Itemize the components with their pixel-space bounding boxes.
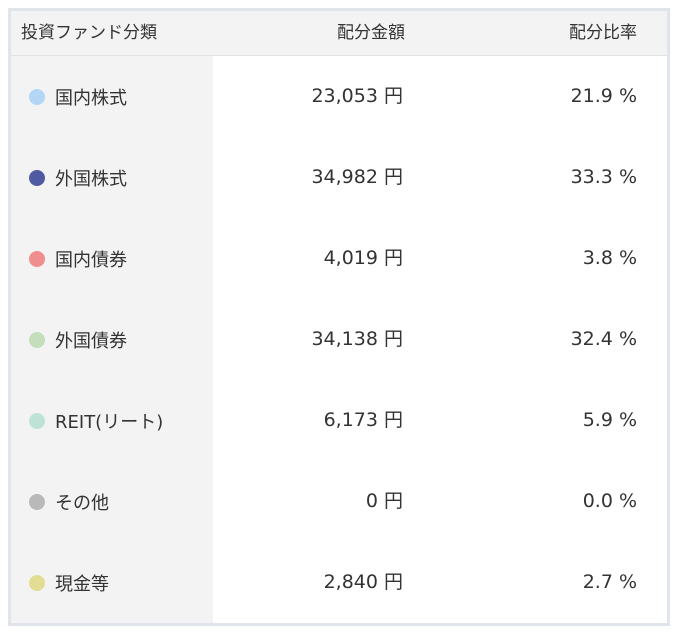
legend-dot-icon: [29, 88, 45, 105]
table-header: 投資ファンド分類 配分金額 配分比率: [11, 11, 667, 56]
header-category: 投資ファンド分類: [21, 23, 157, 43]
legend-dot-icon: [29, 574, 45, 591]
category-name: その他: [55, 492, 109, 514]
category-cell: 現金等: [29, 542, 109, 623]
ratio-cell: 33.3 %: [570, 166, 637, 188]
table-row: その他 0 円 0.0 %: [11, 461, 667, 542]
table-row: 国内株式 23,053 円 21.9 %: [11, 56, 667, 137]
ratio-cell: 3.8 %: [582, 247, 637, 269]
table-row: 国内債券 4,019 円 3.8 %: [11, 218, 667, 299]
category-cell: 国内債券: [29, 218, 127, 299]
legend-dot-icon: [29, 250, 45, 267]
ratio-cell: 21.9 %: [570, 85, 637, 107]
legend-dot-icon: [29, 169, 45, 186]
ratio-cell: 2.7 %: [582, 571, 637, 593]
category-cell: 国内株式: [29, 56, 127, 137]
category-name: 国内債券: [55, 249, 127, 271]
ratio-cell: 0.0 %: [582, 490, 637, 512]
legend-dot-icon: [29, 493, 45, 510]
allocation-table-frame: 投資ファンド分類 配分金額 配分比率 国内株式 23,053 円 21.9 % …: [8, 8, 670, 626]
table-row: 外国株式 34,982 円 33.3 %: [11, 137, 667, 218]
category-name: REIT(リート): [55, 411, 164, 433]
category-name: 現金等: [55, 573, 109, 595]
amount-cell: 6,173 円: [323, 409, 403, 431]
legend-dot-icon: [29, 412, 45, 429]
legend-dot-icon: [29, 331, 45, 348]
amount-cell: 4,019 円: [323, 247, 403, 269]
ratio-cell: 32.4 %: [570, 328, 637, 350]
table-row: 現金等 2,840 円 2.7 %: [11, 542, 667, 623]
table-row: REIT(リート) 6,173 円 5.9 %: [11, 380, 667, 461]
header-amount: 配分金額: [337, 23, 405, 43]
header-ratio: 配分比率: [569, 23, 637, 43]
category-cell: 外国債券: [29, 299, 127, 380]
amount-cell: 0 円: [365, 490, 403, 512]
amount-cell: 34,138 円: [311, 328, 403, 350]
category-name: 外国株式: [55, 168, 127, 190]
ratio-cell: 5.9 %: [582, 409, 637, 431]
amount-cell: 34,982 円: [311, 166, 403, 188]
category-cell: 外国株式: [29, 137, 127, 218]
category-cell: REIT(リート): [29, 380, 163, 461]
amount-cell: 23,053 円: [311, 85, 403, 107]
table-row: 外国債券 34,138 円 32.4 %: [11, 299, 667, 380]
category-cell: その他: [29, 461, 109, 542]
allocation-table: 投資ファンド分類 配分金額 配分比率 国内株式 23,053 円 21.9 % …: [11, 11, 667, 623]
category-name: 国内株式: [55, 87, 127, 109]
amount-cell: 2,840 円: [323, 571, 403, 593]
category-name: 外国債券: [55, 330, 127, 352]
